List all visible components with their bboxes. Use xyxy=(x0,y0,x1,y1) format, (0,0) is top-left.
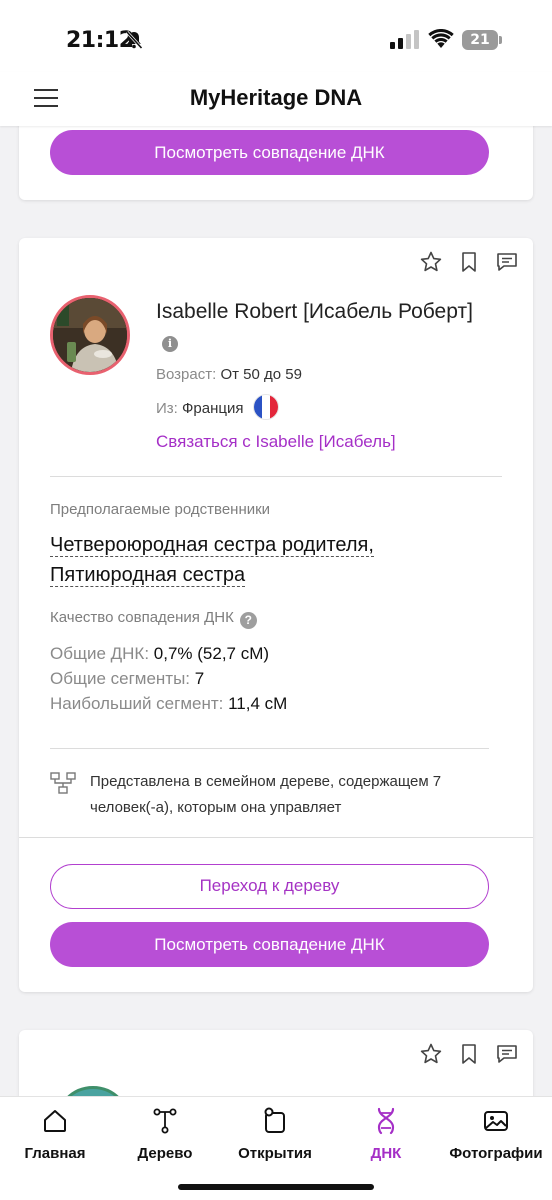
largest-segment: Наибольший сегмент: 11,4 сМ xyxy=(50,694,288,713)
card-actions xyxy=(419,250,519,274)
avatar[interactable] xyxy=(50,295,130,375)
divider xyxy=(50,748,489,749)
estimated-relationship[interactable]: Четвероюродная сестра родителя, Пятиюрод… xyxy=(50,530,490,590)
contact-link[interactable]: Связаться с Isabelle [Исабель] xyxy=(156,432,396,452)
signal-icon xyxy=(390,30,419,49)
nav-item-discoveries[interactable]: Открытия xyxy=(220,1107,330,1162)
match-card: Isabelle Robert [Исабель Роберт]i Возрас… xyxy=(19,238,533,992)
go-to-tree-button[interactable]: Переход к дереву xyxy=(50,864,489,909)
nav-item-home[interactable]: Главная xyxy=(0,1107,110,1162)
match-age: Возраст: От 50 до 59 xyxy=(156,366,302,383)
divider xyxy=(50,476,502,477)
match-name[interactable]: Isabelle Robert [Исабель Роберт]i xyxy=(156,296,486,358)
tree-icon xyxy=(153,1108,177,1134)
discoveries-icon xyxy=(264,1107,285,1133)
view-match-button[interactable]: Посмотреть совпадение ДНК xyxy=(50,130,489,175)
star-icon[interactable] xyxy=(419,1042,443,1066)
view-match-button[interactable]: Посмотреть совпадение ДНК xyxy=(50,922,489,967)
home-icon xyxy=(44,1110,66,1132)
bookmark-icon[interactable] xyxy=(457,1042,481,1066)
country-value: Франция xyxy=(182,400,244,417)
photos-icon xyxy=(484,1111,508,1131)
match-country: Из: Франция xyxy=(156,394,279,420)
battery-level: 21 xyxy=(462,30,498,50)
avatar-photo xyxy=(53,298,127,372)
nav-item-tree[interactable]: Дерево xyxy=(110,1107,220,1162)
app-header: MyHeritage DNA xyxy=(0,72,552,126)
help-icon[interactable]: ? xyxy=(239,612,257,629)
battery-icon: 21 xyxy=(462,30,502,50)
card-actions xyxy=(419,1042,519,1066)
match-quality-label: Качество совпадения ДНК? xyxy=(50,609,257,629)
shared-dna: Общие ДНК: 0,7% (52,7 сМ) xyxy=(50,644,270,663)
nav-item-dna[interactable]: ДНК xyxy=(331,1107,441,1162)
france-flag-icon xyxy=(252,394,279,420)
shared-segments: Общие сегменты: 7 xyxy=(50,669,205,688)
wifi-icon xyxy=(428,29,454,48)
status-bar: 21:12 21 xyxy=(0,0,552,72)
nav-item-photos[interactable]: Фотографии xyxy=(441,1107,551,1162)
family-tree-icon xyxy=(50,772,76,794)
age-value: От 50 до 59 xyxy=(220,366,302,383)
dna-icon xyxy=(377,1107,395,1135)
home-indicator xyxy=(178,1184,374,1190)
tree-note: Представлена в семейном дереве, содержащ… xyxy=(90,773,442,816)
star-icon[interactable] xyxy=(419,250,443,274)
from-label: Из: xyxy=(156,400,178,417)
bookmark-icon[interactable] xyxy=(457,250,481,274)
bell-off-icon xyxy=(125,30,143,50)
relatives-label: Предполагаемые родственники xyxy=(50,501,271,518)
age-label: Возраст: xyxy=(156,366,217,383)
message-icon[interactable] xyxy=(495,250,519,274)
message-icon[interactable] xyxy=(495,1042,519,1066)
page-title: MyHeritage DNA xyxy=(189,85,363,110)
divider xyxy=(19,837,533,838)
info-icon[interactable]: i xyxy=(162,336,178,352)
